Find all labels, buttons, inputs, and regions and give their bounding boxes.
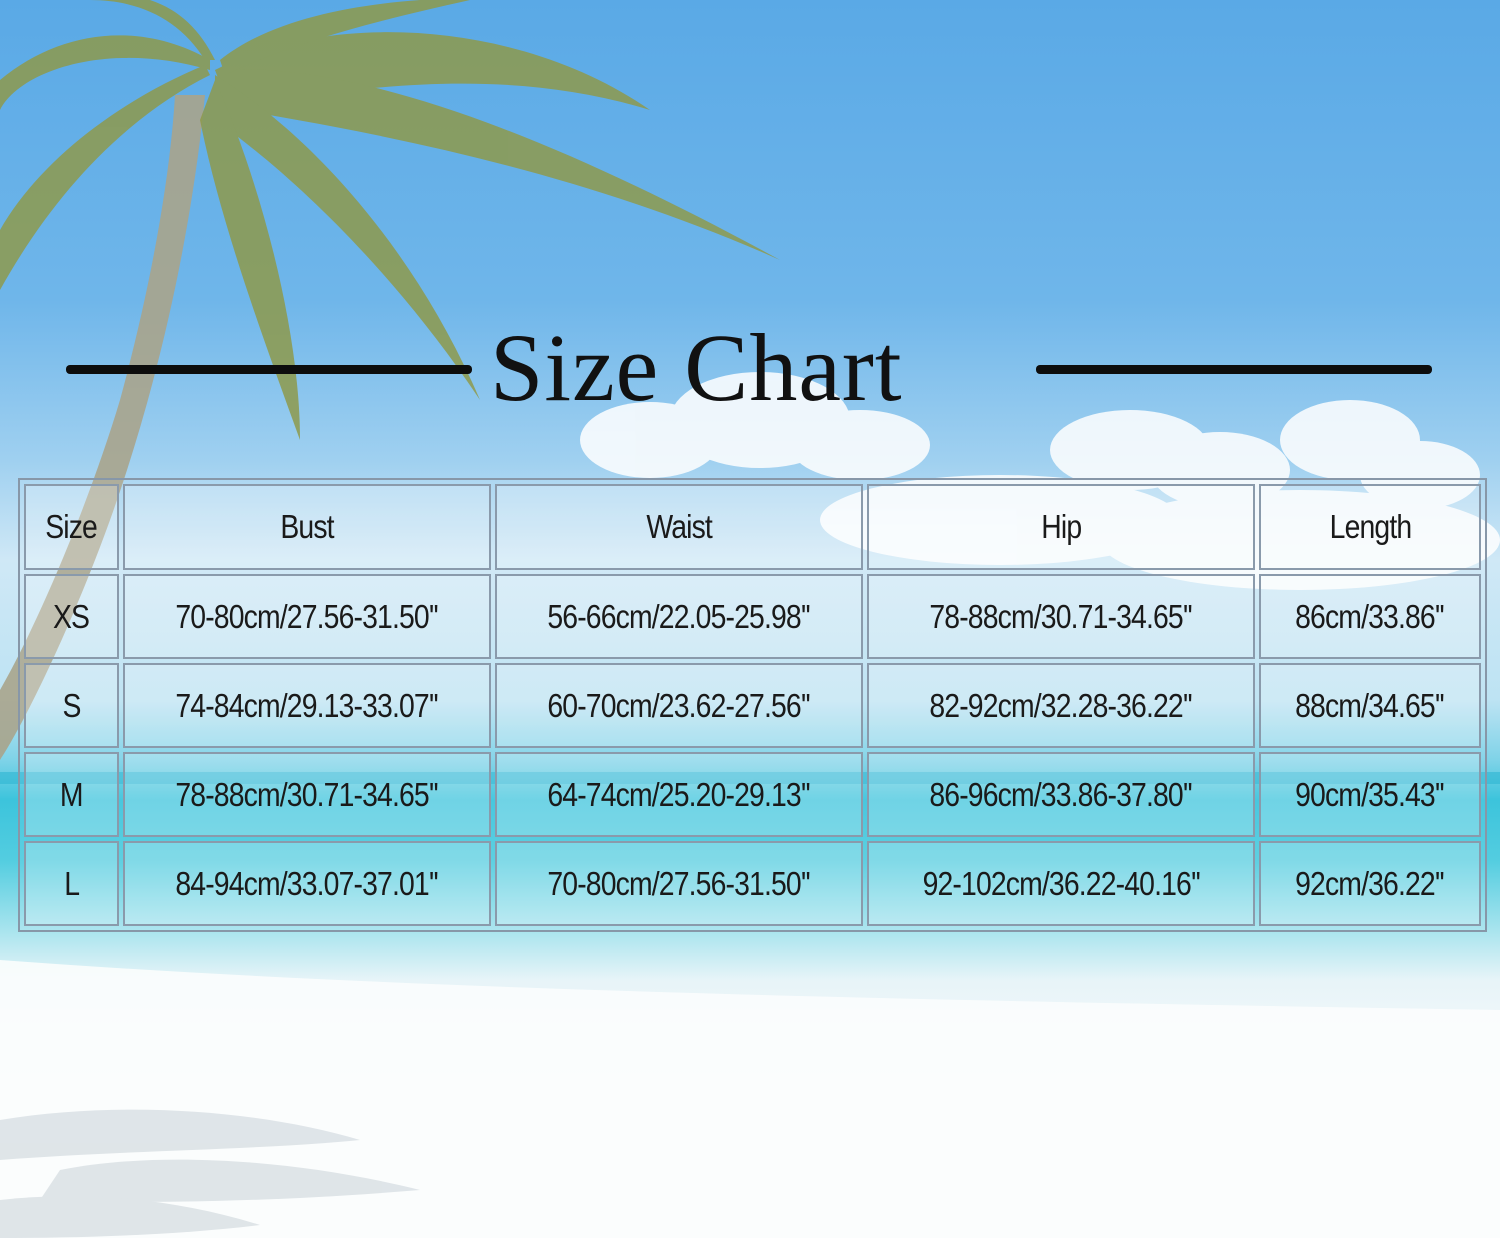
cell-hip: 86-96cm/33.86-37.80'' <box>867 752 1255 837</box>
table-header-row: Size Bust Waist Hip Length <box>24 484 1481 570</box>
page-title: Size Chart <box>490 314 903 421</box>
cell-waist: 64-74cm/25.20-29.13'' <box>495 752 863 837</box>
header-length: Length <box>1259 484 1481 570</box>
header-bust: Bust <box>123 484 491 570</box>
header-size: Size <box>24 484 119 570</box>
cell-length: 92cm/36.22'' <box>1259 841 1481 926</box>
cell-size: L <box>24 841 119 926</box>
cell-bust: 70-80cm/27.56-31.50'' <box>123 574 491 659</box>
cell-hip: 78-88cm/30.71-34.65'' <box>867 574 1255 659</box>
cell-waist: 70-80cm/27.56-31.50'' <box>495 841 863 926</box>
header-waist: Waist <box>495 484 863 570</box>
table-row: L 84-94cm/33.07-37.01'' 70-80cm/27.56-31… <box>24 841 1481 926</box>
title-rule-right <box>1036 365 1432 374</box>
cell-length: 90cm/35.43'' <box>1259 752 1481 837</box>
size-chart-table: Size Bust Waist Hip Length XS 70-80cm/27… <box>18 478 1487 932</box>
cell-bust: 74-84cm/29.13-33.07'' <box>123 663 491 748</box>
cell-size: XS <box>24 574 119 659</box>
cell-size: S <box>24 663 119 748</box>
cell-bust: 78-88cm/30.71-34.65'' <box>123 752 491 837</box>
cell-bust: 84-94cm/33.07-37.01'' <box>123 841 491 926</box>
cell-length: 88cm/34.65'' <box>1259 663 1481 748</box>
title-rule-left <box>66 365 472 374</box>
table-row: XS 70-80cm/27.56-31.50'' 56-66cm/22.05-2… <box>24 574 1481 659</box>
cell-length: 86cm/33.86'' <box>1259 574 1481 659</box>
cell-size: M <box>24 752 119 837</box>
cell-waist: 60-70cm/23.62-27.56'' <box>495 663 863 748</box>
table-row: M 78-88cm/30.71-34.65'' 64-74cm/25.20-29… <box>24 752 1481 837</box>
table-row: S 74-84cm/29.13-33.07'' 60-70cm/23.62-27… <box>24 663 1481 748</box>
cell-hip: 92-102cm/36.22-40.16'' <box>867 841 1255 926</box>
header-hip: Hip <box>867 484 1255 570</box>
cell-waist: 56-66cm/22.05-25.98'' <box>495 574 863 659</box>
cell-hip: 82-92cm/32.28-36.22'' <box>867 663 1255 748</box>
